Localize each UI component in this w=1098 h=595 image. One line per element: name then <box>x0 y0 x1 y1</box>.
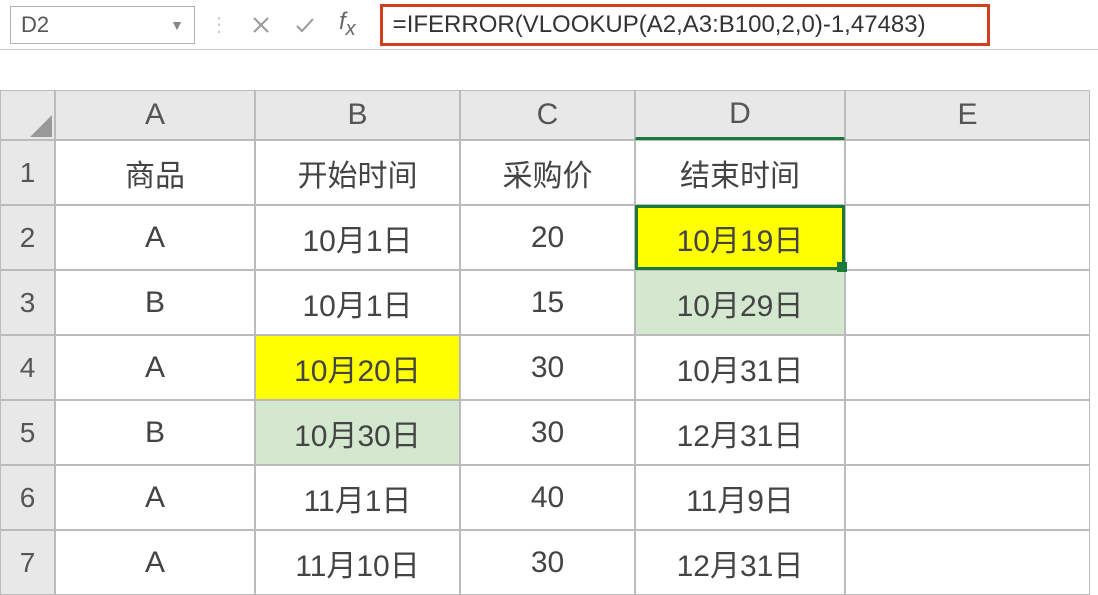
row-header-4[interactable]: 4 <box>0 335 55 400</box>
formula-bar: D2 ▼ ⋮ fx =IFERROR(VLOOKUP(A2,A3:B100,2,… <box>0 0 1098 50</box>
cell-E1[interactable] <box>845 140 1090 205</box>
cell-B4[interactable]: 10月20日 <box>255 335 460 400</box>
cell-C1[interactable]: 采购价 <box>460 140 635 205</box>
row-header-2[interactable]: 2 <box>0 205 55 270</box>
col-header-D[interactable]: D <box>635 90 845 140</box>
cell-A5[interactable]: B <box>55 400 255 465</box>
cell-E4[interactable] <box>845 335 1090 400</box>
cell-B1[interactable]: 开始时间 <box>255 140 460 205</box>
cell-E5[interactable] <box>845 400 1090 465</box>
cell-E2[interactable] <box>845 205 1090 270</box>
spreadsheet-grid: A B C D E 1 商品 开始时间 采购价 结束时间 2 A 10月1日 2… <box>0 90 1098 595</box>
cell-E6[interactable] <box>845 465 1090 530</box>
row-header-3[interactable]: 3 <box>0 270 55 335</box>
cell-C2[interactable]: 20 <box>460 205 635 270</box>
cell-D5[interactable]: 12月31日 <box>635 400 845 465</box>
row-header-5[interactable]: 5 <box>0 400 55 465</box>
cell-B2[interactable]: 10月1日 <box>255 205 460 270</box>
confirm-button[interactable] <box>287 7 323 43</box>
name-box[interactable]: D2 ▼ <box>10 6 195 44</box>
cell-B3[interactable]: 10月1日 <box>255 270 460 335</box>
col-header-E[interactable]: E <box>845 90 1090 140</box>
cell-D3[interactable]: 10月29日 <box>635 270 845 335</box>
row-header-7[interactable]: 7 <box>0 530 55 595</box>
dropdown-icon[interactable]: ▼ <box>170 17 184 33</box>
cell-A2[interactable]: A <box>55 205 255 270</box>
row-header-1[interactable]: 1 <box>0 140 55 205</box>
col-header-A[interactable]: A <box>55 90 255 140</box>
cell-A6[interactable]: A <box>55 465 255 530</box>
cell-E7[interactable] <box>845 530 1090 595</box>
formula-input[interactable]: =IFERROR(VLOOKUP(A2,A3:B100,2,0)-1,47483… <box>380 4 990 46</box>
cell-B5[interactable]: 10月30日 <box>255 400 460 465</box>
cell-A7[interactable]: A <box>55 530 255 595</box>
cancel-button[interactable] <box>243 7 279 43</box>
cell-D2[interactable]: 10月19日 <box>635 205 845 270</box>
cell-A1[interactable]: 商品 <box>55 140 255 205</box>
cell-C7[interactable]: 30 <box>460 530 635 595</box>
cell-C6[interactable]: 40 <box>460 465 635 530</box>
select-all-corner[interactable] <box>0 90 55 140</box>
x-icon <box>251 15 271 35</box>
cell-E3[interactable] <box>845 270 1090 335</box>
fx-label[interactable]: fx <box>331 8 364 41</box>
cell-D4[interactable]: 10月31日 <box>635 335 845 400</box>
cell-A4[interactable]: A <box>55 335 255 400</box>
cell-C4[interactable]: 30 <box>460 335 635 400</box>
cell-reference: D2 <box>21 12 49 38</box>
col-header-C[interactable]: C <box>460 90 635 140</box>
cell-B6[interactable]: 11月1日 <box>255 465 460 530</box>
cell-C5[interactable]: 30 <box>460 400 635 465</box>
cell-C3[interactable]: 15 <box>460 270 635 335</box>
cell-D6[interactable]: 11月9日 <box>635 465 845 530</box>
check-icon <box>293 13 317 37</box>
row-header-6[interactable]: 6 <box>0 465 55 530</box>
divider: ⋮ <box>203 12 235 37</box>
cell-B7[interactable]: 11月10日 <box>255 530 460 595</box>
cell-D7[interactable]: 12月31日 <box>635 530 845 595</box>
cell-D1[interactable]: 结束时间 <box>635 140 845 205</box>
col-header-B[interactable]: B <box>255 90 460 140</box>
cell-A3[interactable]: B <box>55 270 255 335</box>
